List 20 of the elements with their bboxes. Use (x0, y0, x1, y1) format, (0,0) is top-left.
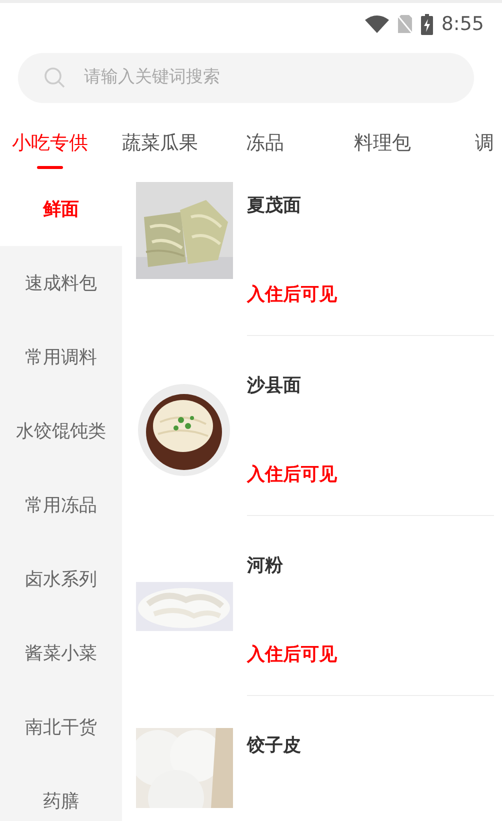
category-tab[interactable]: 冻品 (246, 117, 284, 169)
sidebar-item[interactable]: 鲜面 (0, 172, 122, 246)
product-name: 夏茂面 (247, 194, 302, 218)
category-tab[interactable]: 料理包 (354, 117, 411, 169)
product-name: 沙县面 (247, 374, 302, 398)
wifi-icon (365, 15, 390, 33)
battery-icon (421, 14, 434, 34)
status-time: 8:55 (441, 12, 484, 37)
product-name: 饺子皮 (247, 734, 302, 758)
price-text: 入住后可见 (247, 643, 338, 667)
price-text: 入住后可见 (247, 283, 338, 307)
price-text: 入住后可见 (247, 463, 338, 487)
no-sim-icon (397, 14, 414, 34)
category-tab[interactable]: 调 (475, 117, 494, 169)
search-field[interactable]: 请输入关键词搜索 (18, 53, 474, 103)
search-input[interactable]: 请输入关键词搜索 (82, 64, 474, 92)
product-name: 河粉 (247, 554, 284, 578)
category-tab[interactable]: 蔬菜瓜果 (122, 117, 198, 169)
category-tab[interactable]: 小吃专供 (12, 117, 88, 169)
search-icon (44, 67, 66, 89)
